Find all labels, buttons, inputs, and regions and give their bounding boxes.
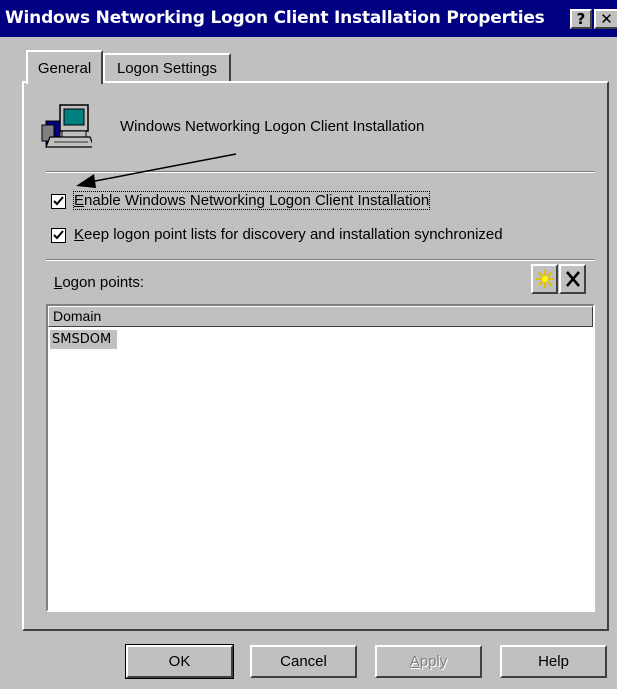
close-button[interactable]: ✕: [594, 9, 617, 29]
keep-synchronized-label[interactable]: Keep logon point lists for discovery and…: [74, 226, 503, 243]
help-title-button[interactable]: ?: [570, 9, 592, 29]
tab-logon-settings[interactable]: Logon Settings: [103, 53, 231, 82]
ok-button[interactable]: OK: [125, 644, 234, 679]
delete-x-icon: [565, 271, 580, 287]
logon-points-label: Logon points:: [54, 274, 145, 291]
enable-checkbox[interactable]: [51, 194, 66, 209]
close-icon: ✕: [600, 10, 613, 28]
list-item[interactable]: SMSDOM: [50, 330, 118, 349]
tab-general-label: General: [37, 59, 92, 77]
delete-logon-point-button[interactable]: [559, 264, 586, 294]
cancel-button[interactable]: Cancel: [250, 645, 357, 678]
header-text: Windows Networking Logon Client Installa…: [120, 118, 425, 135]
help-button[interactable]: Help: [500, 645, 607, 678]
properties-dialog: Windows Networking Logon Client Installa…: [0, 0, 617, 689]
tab-logon-settings-label: Logon Settings: [116, 60, 218, 77]
apply-button[interactable]: Apply: [375, 645, 482, 678]
check-icon: [53, 196, 64, 206]
help-icon: ?: [576, 10, 586, 28]
new-star-icon: [535, 270, 554, 288]
enable-label[interactable]: Enable Windows Networking Logon Client I…: [72, 191, 431, 210]
separator-middle: [46, 259, 595, 261]
annotation-arrow-icon: [76, 153, 237, 188]
check-icon: [53, 230, 64, 240]
computer-setup-icon: [40, 103, 95, 151]
tab-general[interactable]: General: [26, 50, 103, 84]
title-bar[interactable]: Windows Networking Logon Client Installa…: [0, 0, 617, 37]
keep-synchronized-checkbox[interactable]: [51, 228, 66, 243]
window-title: Windows Networking Logon Client Installa…: [5, 8, 545, 28]
logon-points-list[interactable]: Domain SMSDOM: [46, 304, 595, 612]
new-logon-point-button[interactable]: [531, 264, 558, 294]
column-header-domain[interactable]: Domain: [48, 306, 593, 327]
